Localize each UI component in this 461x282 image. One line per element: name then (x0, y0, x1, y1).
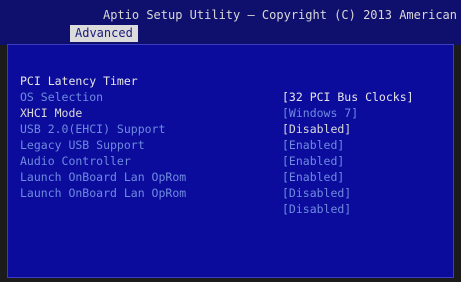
setting-value[interactable]: [Disabled] (282, 201, 351, 217)
setting-audio-controller[interactable]: Audio Controller [Enabled] (20, 137, 450, 184)
utility-title: Aptio Setup Utility – Copyright (C) 2013… (102, 8, 457, 22)
setting-os-selection[interactable]: OS Selection [Windows 7] (20, 73, 450, 120)
bios-screen: Aptio Setup Utility – Copyright (C) 2013… (0, 0, 461, 282)
settings-list: PCI Latency Timer [32 PCI Bus Clocks] OS… (20, 57, 450, 216)
tab-advanced[interactable]: Advanced (70, 25, 138, 42)
setting-launch-onboard-lan-oprom-1[interactable]: Launch OnBoard Lan OpRom [Disabled] (20, 153, 450, 200)
setting-label: Launch OnBoard Lan OpRom (20, 186, 187, 200)
header-bar: Aptio Setup Utility – Copyright (C) 2013… (0, 0, 461, 45)
setting-xhci-mode: XHCI Mode [Disabled] (20, 89, 450, 136)
setting-value[interactable]: [Disabled] (282, 185, 351, 201)
setting-legacy-usb-support[interactable]: Legacy USB Support [Enabled] (20, 121, 450, 168)
setting-launch-onboard-lan-oprom-2[interactable]: Launch OnBoard Lan OpRom [Disabled] (20, 169, 450, 216)
setting-usb-ehci-support[interactable]: USB 2.0(EHCI) Support [Enabled] (20, 105, 450, 152)
setting-pci-latency-timer[interactable]: PCI Latency Timer [32 PCI Bus Clocks] (20, 57, 450, 104)
